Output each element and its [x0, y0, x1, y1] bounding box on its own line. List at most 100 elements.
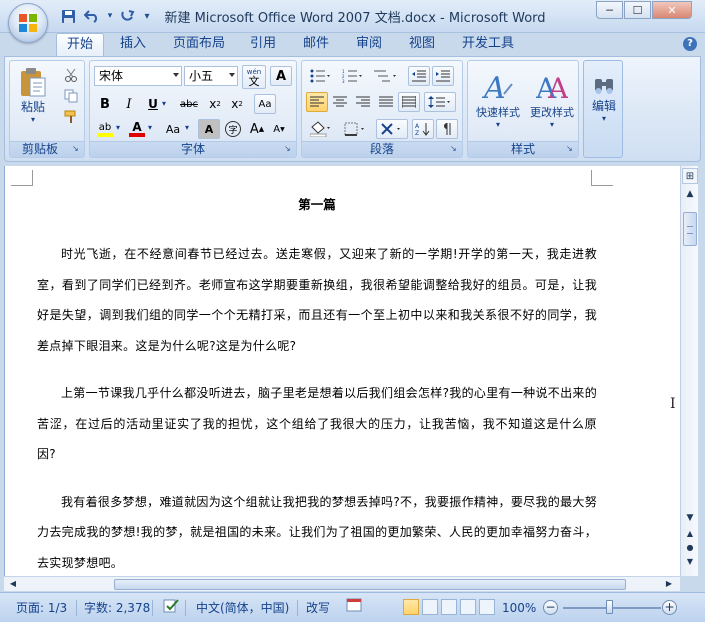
strikethrough-button[interactable]: abc: [176, 94, 202, 114]
save-icon[interactable]: [58, 7, 78, 25]
enclose-char-button[interactable]: 字: [222, 119, 244, 139]
proofing-icon[interactable]: [162, 598, 180, 620]
undo-dropdown-icon[interactable]: ▾: [106, 7, 114, 25]
redo-icon[interactable]: [118, 7, 138, 25]
tab-insert[interactable]: 插入: [110, 33, 156, 57]
phonetic-guide-button[interactable]: wén 文: [242, 65, 266, 89]
office-button[interactable]: [8, 3, 48, 43]
undo-icon[interactable]: [82, 7, 102, 25]
font-dialog-launcher-icon[interactable]: ↘: [284, 145, 293, 154]
format-painter-icon[interactable]: [60, 107, 82, 127]
zoom-in-button[interactable]: +: [662, 600, 677, 615]
quick-styles-button[interactable]: A 快速样式 ▾: [472, 63, 524, 135]
asian-layout-icon[interactable]: [376, 119, 408, 139]
vertical-scrollbar[interactable]: ⊞ ▲ ▼ ▲ ● ▼: [680, 166, 698, 576]
font-size-combo[interactable]: 小五: [184, 66, 238, 86]
borders-icon[interactable]: [340, 119, 370, 139]
tab-developer[interactable]: 开发工具: [452, 33, 524, 57]
underline-button[interactable]: U: [142, 94, 164, 114]
tab-page-layout[interactable]: 页面布局: [163, 33, 235, 57]
language-indicator[interactable]: 中文(简体，中国): [196, 598, 289, 618]
zoom-slider-thumb[interactable]: [606, 600, 613, 614]
horizontal-scrollbar[interactable]: ◀ ▶: [4, 576, 680, 591]
align-right-icon[interactable]: [352, 92, 374, 112]
align-center-icon[interactable]: [329, 92, 351, 112]
help-icon[interactable]: ?: [683, 37, 697, 51]
scroll-right-icon[interactable]: ▶: [662, 577, 676, 591]
font-name-value: 宋体: [99, 69, 124, 83]
underline-dropdown-icon[interactable]: ▾: [162, 99, 166, 108]
next-page-icon[interactable]: ▼: [682, 554, 698, 570]
subscript-button[interactable]: x2: [204, 94, 226, 114]
page-count[interactable]: 页面: 1/3: [16, 598, 67, 618]
word-count[interactable]: 字数: 2,378: [84, 598, 150, 618]
scroll-up-icon[interactable]: ▲: [682, 186, 698, 202]
decrease-indent-icon[interactable]: [408, 66, 430, 86]
zoom-level[interactable]: 100%: [502, 598, 536, 618]
copy-icon[interactable]: [60, 86, 82, 106]
shrink-font-button[interactable]: A ▼: [268, 119, 290, 139]
full-screen-reading-view-icon[interactable]: [422, 599, 438, 615]
tab-mailings[interactable]: 邮件: [293, 33, 339, 57]
zoom-out-button[interactable]: −: [543, 600, 558, 615]
justify-icon[interactable]: [375, 92, 397, 112]
print-layout-view-icon[interactable]: [403, 599, 419, 615]
change-styles-button[interactable]: A A 更改样式 ▾: [526, 63, 578, 135]
styles-dialog-launcher-icon[interactable]: ↘: [566, 145, 575, 154]
shading-icon[interactable]: [306, 119, 336, 139]
char-shading-button[interactable]: A: [198, 119, 220, 139]
paste-button[interactable]: 粘贴 ▾: [14, 63, 52, 127]
change-styles-label: 更改样式: [530, 105, 574, 119]
numbering-icon[interactable]: 123: [338, 66, 368, 86]
svg-text:3: 3: [342, 79, 345, 83]
cut-icon[interactable]: [60, 65, 82, 85]
grow-font-button[interactable]: A ▲: [246, 119, 268, 139]
maximize-button[interactable]: ☐: [624, 1, 651, 19]
line-spacing-icon[interactable]: [424, 92, 456, 112]
clear-formatting-button[interactable]: Aa: [254, 94, 276, 114]
bullets-icon[interactable]: [306, 66, 336, 86]
minimize-button[interactable]: ─: [596, 1, 623, 19]
font-color-button[interactable]: A: [126, 119, 148, 139]
italic-button[interactable]: I: [118, 94, 140, 114]
document-body[interactable]: 第一篇 时光飞逝，在不经意间春节已经过去。送走寒假，又迎来了新的一学期!开学的第…: [37, 194, 597, 576]
page-corner-mark: [11, 170, 33, 186]
overtype-mode[interactable]: 改写: [306, 598, 330, 618]
window-controls: ─ ☐ ✕: [596, 1, 692, 19]
close-button[interactable]: ✕: [652, 1, 692, 19]
web-layout-view-icon[interactable]: [441, 599, 457, 615]
window-title: 新建 Microsoft Office Word 2007 文档.docx - …: [164, 11, 546, 26]
clipboard-dialog-launcher-icon[interactable]: ↘: [72, 145, 81, 154]
outline-view-icon[interactable]: [460, 599, 476, 615]
change-case-button[interactable]: Aa: [160, 119, 186, 139]
distributed-align-icon[interactable]: [398, 92, 420, 112]
editing-button[interactable]: 编辑 ▾: [586, 63, 622, 135]
tab-home[interactable]: 开始: [56, 33, 105, 57]
font-name-combo[interactable]: 宋体: [94, 66, 182, 86]
horizontal-scroll-thumb[interactable]: [114, 579, 626, 590]
highlight-dropdown-icon[interactable]: ▾: [116, 123, 120, 132]
superscript-button[interactable]: x2: [226, 94, 248, 114]
draft-view-icon[interactable]: [479, 599, 495, 615]
tab-view[interactable]: 视图: [399, 33, 445, 57]
bold-button[interactable]: B: [94, 94, 116, 114]
document-area[interactable]: 第一篇 时光飞逝，在不经意间春节已经过去。送走寒假，又迎来了新的一学期!开学的第…: [4, 166, 680, 576]
tab-references[interactable]: 引用: [240, 33, 286, 57]
customize-qat-icon[interactable]: ▾: [142, 7, 152, 25]
scroll-left-icon[interactable]: ◀: [6, 577, 20, 591]
increase-indent-icon[interactable]: [432, 66, 454, 86]
change-case-dropdown-icon[interactable]: ▾: [185, 123, 189, 132]
vertical-scroll-thumb[interactable]: [683, 212, 697, 246]
tab-review[interactable]: 审阅: [346, 33, 392, 57]
paragraph-dialog-launcher-icon[interactable]: ↘: [450, 145, 459, 154]
sort-icon[interactable]: AZ: [412, 119, 434, 139]
align-left-icon[interactable]: [306, 92, 328, 112]
char-border-button[interactable]: A: [270, 66, 292, 86]
font-color-dropdown-icon[interactable]: ▾: [148, 123, 152, 132]
scroll-down-icon[interactable]: ▼: [682, 510, 698, 526]
highlight-color-button[interactable]: ab: [94, 119, 116, 139]
multilevel-list-icon[interactable]: [370, 66, 402, 86]
macro-record-icon[interactable]: [346, 598, 362, 618]
show-hide-marks-icon[interactable]: [436, 119, 458, 139]
ruler-toggle-icon[interactable]: ⊞: [682, 168, 698, 184]
